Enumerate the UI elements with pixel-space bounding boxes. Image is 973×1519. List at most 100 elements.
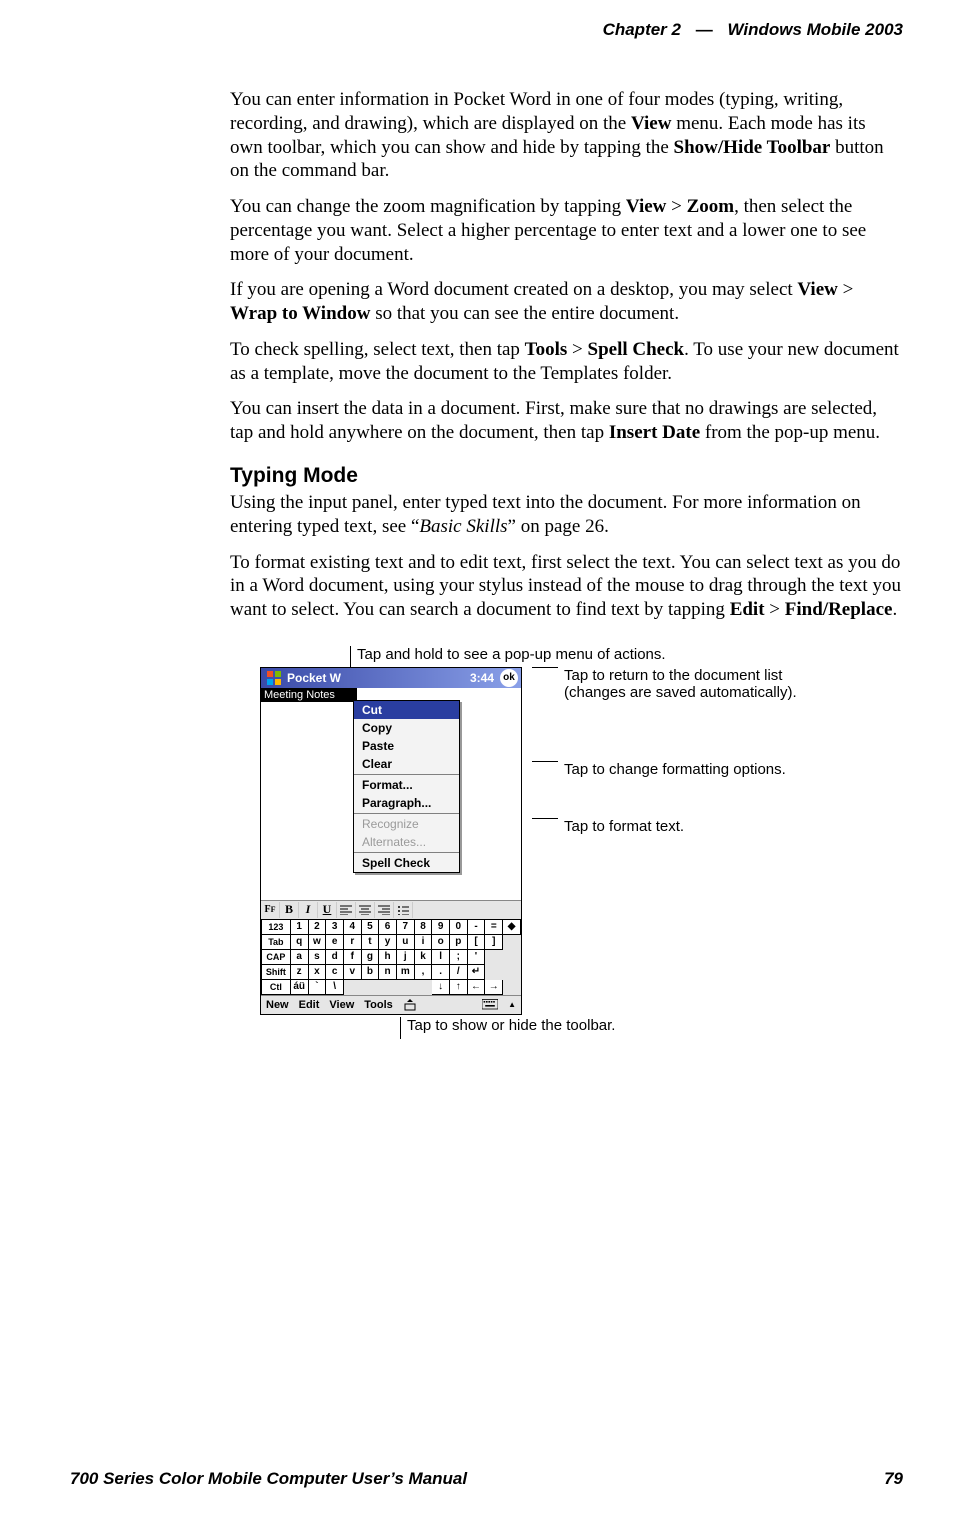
- key[interactable]: n: [379, 964, 397, 979]
- key[interactable]: f: [343, 949, 361, 964]
- ok-button[interactable]: ok: [500, 669, 518, 687]
- key[interactable]: x: [308, 964, 326, 979]
- key[interactable]: c: [326, 964, 344, 979]
- menu-view[interactable]: View: [324, 999, 359, 1011]
- heading-typing-mode: Typing Mode: [230, 463, 903, 489]
- key[interactable]: 7: [396, 919, 414, 934]
- key[interactable]: ↵: [467, 964, 485, 979]
- key[interactable]: 5: [361, 919, 379, 934]
- menu-tools[interactable]: Tools: [359, 999, 398, 1011]
- key[interactable]: w: [308, 934, 326, 949]
- key[interactable]: 1: [290, 919, 308, 934]
- key[interactable]: .: [432, 964, 450, 979]
- key-label[interactable]: Tab: [262, 934, 291, 949]
- key-label[interactable]: Ctl: [262, 979, 291, 994]
- key[interactable]: 0: [449, 919, 467, 934]
- key[interactable]: 4: [343, 919, 361, 934]
- key[interactable]: ,: [414, 964, 432, 979]
- align-right-icon[interactable]: [375, 902, 394, 918]
- key[interactable]: y: [379, 934, 397, 949]
- key[interactable]: m: [396, 964, 414, 979]
- key[interactable]: l: [432, 949, 450, 964]
- key[interactable]: g: [361, 949, 379, 964]
- key-label[interactable]: 123: [262, 919, 291, 934]
- on-screen-keyboard[interactable]: 1231234567890-=◆Tabqwertyuiop[]CAPasdfgh…: [261, 919, 521, 995]
- sip-up-arrow-icon[interactable]: ▲: [503, 1000, 521, 1009]
- key[interactable]: -: [467, 919, 485, 934]
- italic-button[interactable]: I: [299, 902, 318, 918]
- toolbar-toggle-icon[interactable]: [398, 998, 422, 1012]
- key[interactable]: p: [449, 934, 467, 949]
- pocket-word-screenshot: Pocket W 3:44 ok Meeting Notes Cut Copy …: [260, 667, 522, 1015]
- key[interactable]: 6: [379, 919, 397, 934]
- key: [503, 979, 521, 994]
- underline-button[interactable]: U: [318, 902, 337, 918]
- key[interactable]: e: [326, 934, 344, 949]
- menu-item-copy[interactable]: Copy: [354, 719, 459, 737]
- key[interactable]: h: [379, 949, 397, 964]
- align-center-icon[interactable]: [356, 902, 375, 918]
- key: [485, 949, 503, 964]
- bullets-icon[interactable]: [394, 902, 413, 918]
- key[interactable]: q: [290, 934, 308, 949]
- key[interactable]: 3: [326, 919, 344, 934]
- start-icon[interactable]: [265, 669, 283, 687]
- menu-item-spell-check[interactable]: Spell Check: [354, 854, 459, 872]
- bold-button[interactable]: B: [280, 902, 299, 918]
- key[interactable]: ↑: [449, 979, 467, 994]
- key[interactable]: [: [467, 934, 485, 949]
- key[interactable]: 2: [308, 919, 326, 934]
- key[interactable]: =: [485, 919, 503, 934]
- key[interactable]: áü: [290, 979, 308, 994]
- key[interactable]: ↓: [432, 979, 450, 994]
- key[interactable]: b: [361, 964, 379, 979]
- key[interactable]: s: [308, 949, 326, 964]
- key[interactable]: o: [432, 934, 450, 949]
- key[interactable]: r: [343, 934, 361, 949]
- document-title[interactable]: Meeting Notes: [261, 688, 357, 702]
- key[interactable]: a: [290, 949, 308, 964]
- chapter-label: Chapter 2: [603, 20, 681, 39]
- key[interactable]: z: [290, 964, 308, 979]
- key[interactable]: `: [308, 979, 326, 994]
- font-button[interactable]: FF: [261, 902, 280, 918]
- key-label[interactable]: CAP: [262, 949, 291, 964]
- callout-ok: Tap to return to the document list (chan…: [532, 667, 804, 701]
- paragraph-4: To check spelling, select text, then tap…: [230, 338, 903, 386]
- key[interactable]: k: [414, 949, 432, 964]
- menu-edit[interactable]: Edit: [294, 999, 325, 1011]
- align-left-icon[interactable]: [337, 902, 356, 918]
- document-area[interactable]: Cut Copy Paste Clear Format... Paragraph…: [261, 702, 521, 900]
- menu-item-format[interactable]: Format...: [354, 776, 459, 794]
- key[interactable]: ]: [485, 934, 503, 949]
- key[interactable]: d: [326, 949, 344, 964]
- page-number: 79: [884, 1469, 903, 1489]
- key[interactable]: /: [449, 964, 467, 979]
- key[interactable]: ': [467, 949, 485, 964]
- manual-title: 700 Series Color Mobile Computer User’s …: [70, 1469, 467, 1489]
- keyboard-icon[interactable]: [477, 999, 503, 1011]
- key[interactable]: ←: [467, 979, 485, 994]
- key-label[interactable]: Shift: [262, 964, 291, 979]
- key[interactable]: t: [361, 934, 379, 949]
- key[interactable]: 9: [432, 919, 450, 934]
- key[interactable]: j: [396, 949, 414, 964]
- key[interactable]: u: [396, 934, 414, 949]
- key[interactable]: i: [414, 934, 432, 949]
- callout-bottom: Tap to show or hide the toolbar.: [400, 1017, 903, 1039]
- menu-item-paragraph[interactable]: Paragraph...: [354, 794, 459, 812]
- key[interactable]: v: [343, 964, 361, 979]
- menu-item-clear[interactable]: Clear: [354, 755, 459, 773]
- menu-new[interactable]: New: [261, 999, 294, 1011]
- paragraph-3: If you are opening a Word document creat…: [230, 278, 903, 326]
- key[interactable]: →: [485, 979, 503, 994]
- page-header: Chapter 2 — Windows Mobile 2003: [70, 20, 903, 40]
- paragraph-2: You can change the zoom magnification by…: [230, 195, 903, 266]
- key[interactable]: \: [326, 979, 344, 994]
- key: [343, 979, 361, 994]
- key[interactable]: ◆: [503, 919, 521, 934]
- key[interactable]: 8: [414, 919, 432, 934]
- key[interactable]: ;: [449, 949, 467, 964]
- menu-item-paste[interactable]: Paste: [354, 737, 459, 755]
- menu-item-cut[interactable]: Cut: [354, 701, 459, 719]
